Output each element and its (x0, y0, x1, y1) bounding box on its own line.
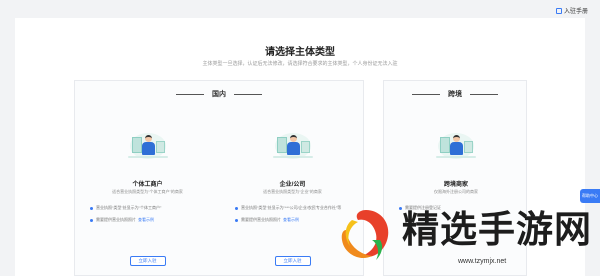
watermark-text: 精选手游网 (402, 209, 592, 250)
bullet-icon (235, 218, 238, 222)
book-icon (555, 7, 562, 14)
watermark-url: www.tzymjx.net (458, 258, 507, 265)
requirement-text: 需要提供营业执照照片 (96, 217, 136, 222)
option-title: 企业/公司 (279, 182, 306, 188)
page-subtitle: 主体类型一旦选择，认证后无法修改，请选择符合要求的主体类型，个人身份证无法入驻 (202, 61, 398, 67)
domestic-card: 国内 个体工商户 适合营业执照类型为“个体工商户”的商家 营业执照“类型”处显示… (74, 80, 364, 276)
requirement-text: 需要提供营业执照照片 (241, 217, 281, 222)
individual-illustration-icon (126, 129, 170, 159)
option-title: 跨境商家 (443, 182, 468, 188)
view-example-link[interactable]: 查看示例 (138, 217, 154, 222)
watermark-logo-icon (341, 210, 389, 260)
page-title: 请选择主体类型 (265, 47, 335, 58)
option-individual: 个体工商户 适合营业执照类型为“个体工商户”的商家 营业执照“类型”处显示为“个… (75, 81, 220, 276)
requirement-text: 营业执照“类型”处显示为“***公司/企业/农民专业合作社”等 (241, 205, 342, 210)
manual-link-label: 入驻手册 (563, 9, 588, 15)
bullet-icon (90, 206, 93, 210)
option-desc: 适合营业执照类型为“企业”的商家 (263, 189, 322, 194)
requirement-item: 需要提供营业执照照片 查看示例 (90, 217, 208, 223)
option-title: 个体工商户 (132, 182, 163, 188)
bullet-icon (235, 206, 238, 210)
enter-button-individual[interactable]: 立即入驻 (129, 256, 166, 266)
manual-link[interactable]: 入驻手册 (555, 6, 588, 15)
bullet-icon (90, 218, 93, 222)
requirement-item: 营业执照“类型”处显示为“个体工商户” (90, 205, 208, 211)
help-center-tab[interactable]: 帮助中心 (580, 189, 600, 203)
option-desc: 仅限海外注册公司的商家 (434, 189, 478, 194)
option-desc: 适合营业执照类型为“个体工商户”的商家 (112, 189, 183, 194)
view-example-link[interactable]: 查看示例 (283, 217, 299, 222)
company-illustration-icon (271, 129, 315, 159)
enter-button-company[interactable]: 立即入驻 (274, 256, 311, 266)
cross-border-illustration-icon (434, 129, 478, 159)
requirement-text: 营业执照“类型”处显示为“个体工商户” (96, 205, 162, 210)
requirement-list: 营业执照“类型”处显示为“个体工商户” 需要提供营业执照照片 查看示例 (90, 205, 208, 229)
